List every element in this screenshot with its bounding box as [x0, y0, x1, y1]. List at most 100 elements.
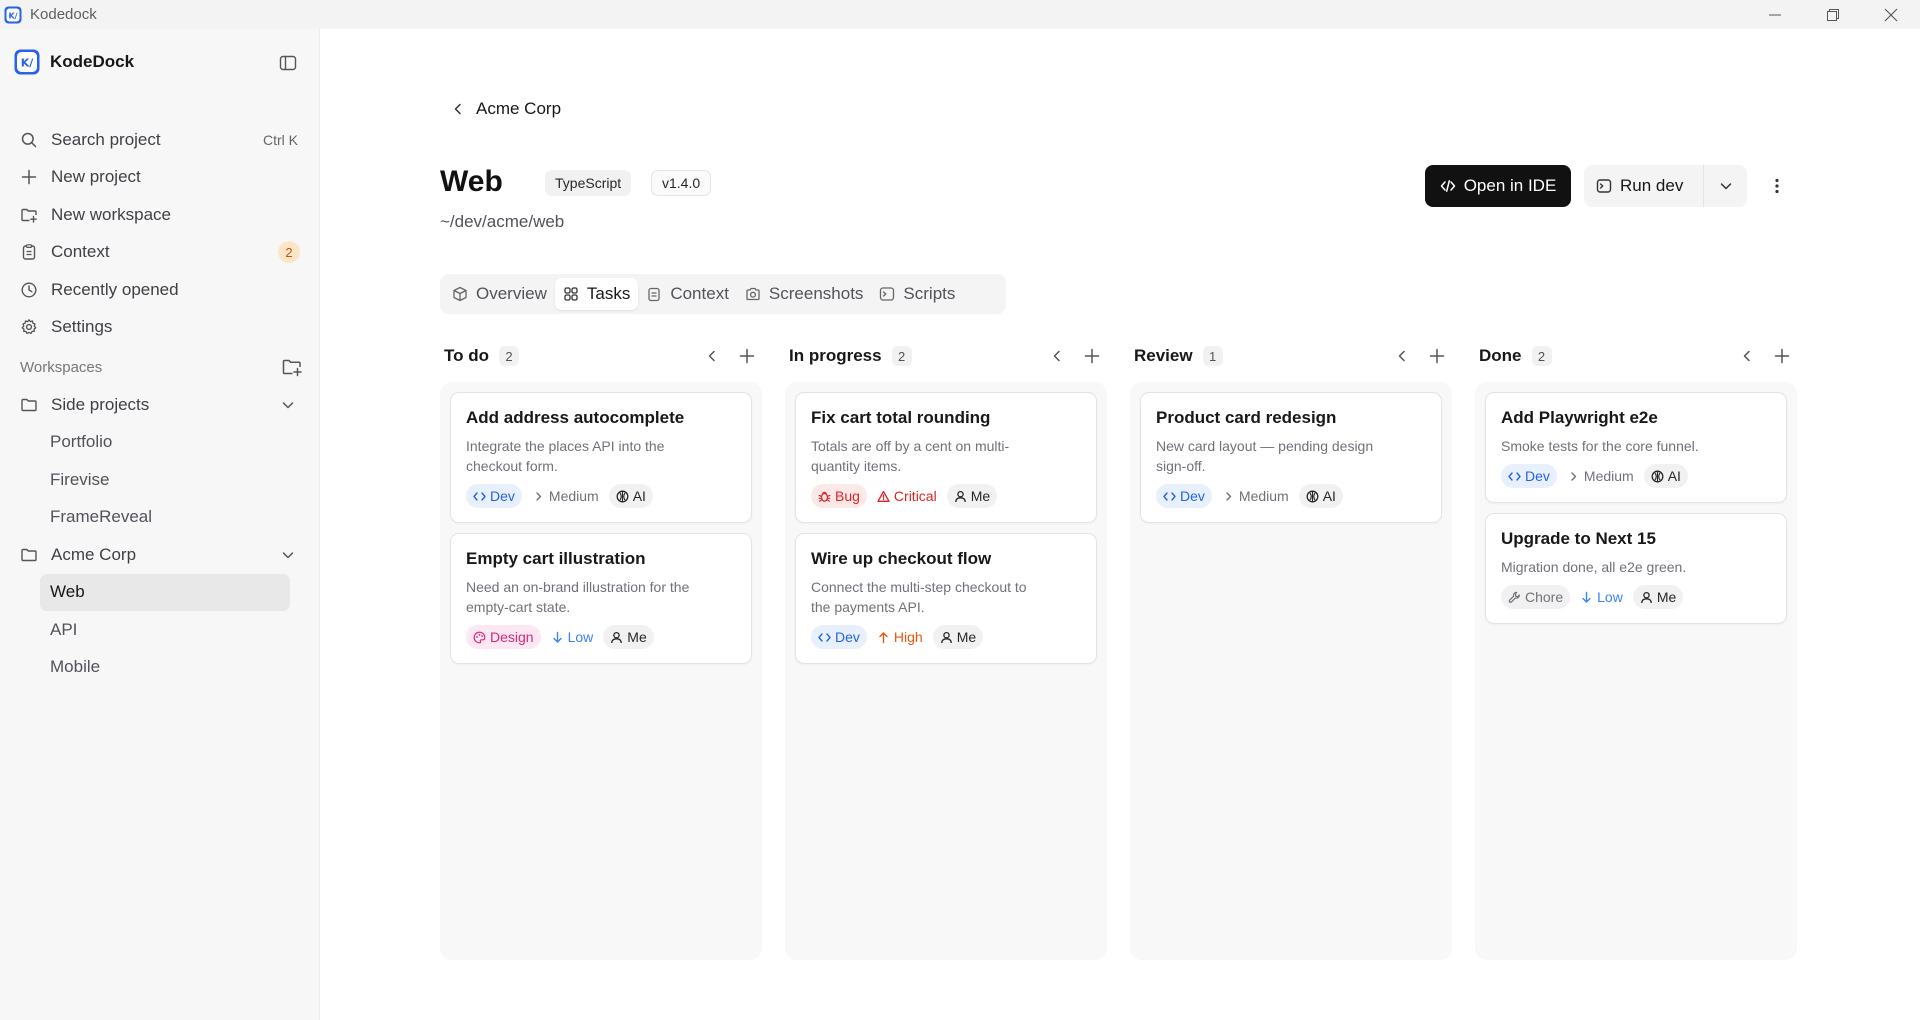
nav-label: Search project — [51, 129, 161, 149]
column-title: In progress — [789, 346, 882, 365]
folder-icon — [20, 546, 38, 564]
back-to-workspace-link[interactable]: Acme Corp — [450, 99, 561, 119]
project-title: Web — [440, 165, 503, 198]
chevron-left-icon[interactable] — [704, 348, 720, 364]
project-item-portfolio[interactable]: Portfolio — [14, 424, 304, 462]
nav-new-project[interactable]: New project — [14, 159, 304, 197]
collapse-sidebar-button[interactable] — [276, 51, 300, 75]
nav-new-workspace[interactable]: New workspace — [14, 196, 304, 234]
assignee-label: Me — [956, 629, 977, 645]
add-task-icon[interactable] — [1083, 347, 1101, 365]
tab-scripts[interactable]: Scripts — [871, 278, 963, 310]
task-meta: Design Low Me — [466, 625, 735, 649]
workspaces-heading: Workspaces — [20, 359, 103, 376]
priority-label: Critical — [875, 488, 939, 504]
ai-icon — [1651, 470, 1664, 483]
nav-recently-opened[interactable]: Recently opened — [14, 271, 304, 309]
workspace-name: Side projects — [51, 394, 150, 414]
chevron-down-icon[interactable] — [280, 397, 296, 413]
type-label: Bug — [835, 488, 860, 504]
shortcut-hint: Ctrl K — [263, 131, 298, 148]
add-task-icon[interactable] — [1773, 347, 1791, 365]
restore-icon — [1827, 8, 1839, 21]
close-window-button[interactable] — [1862, 0, 1920, 29]
warning-icon — [877, 490, 890, 503]
language-tag: TypeScript — [545, 170, 632, 196]
nav-settings[interactable]: Settings — [14, 309, 304, 347]
project-item-framereveal[interactable]: FrameReveal — [14, 499, 304, 537]
code-icon — [1440, 178, 1456, 194]
task-title: Product card redesign — [1156, 408, 1337, 427]
tab-context[interactable]: Context — [638, 278, 737, 310]
brand[interactable]: K/ KodeDock — [14, 49, 134, 75]
more-options-button[interactable] — [1765, 173, 1789, 199]
project-item-web[interactable]: Web — [40, 573, 290, 611]
tab-label: Tasks — [586, 284, 631, 303]
user-icon — [610, 631, 623, 644]
type-label: Chore — [1525, 589, 1564, 605]
task-card[interactable]: Empty cart illustration Need an on-brand… — [450, 533, 752, 664]
nav-context[interactable]: Context 2 — [14, 234, 304, 272]
clock-icon — [20, 281, 38, 299]
workspace-side-projects[interactable]: Side projects — [14, 386, 304, 424]
column-header: To do 2 — [440, 336, 762, 376]
chevron-left-icon[interactable] — [1739, 348, 1755, 364]
task-meta: Dev High Me — [811, 625, 1080, 649]
tab-overview[interactable]: Overview — [444, 278, 555, 310]
brand-name: KodeDock — [50, 52, 135, 71]
priority-label: Medium — [530, 488, 601, 504]
add-task-icon[interactable] — [738, 347, 756, 365]
tab-tasks[interactable]: Tasks — [554, 278, 639, 310]
open-in-ide-button[interactable]: Open in IDE — [1425, 165, 1571, 207]
board-column-done: Done 2 Add Playwright e2e Smoke tests fo… — [1475, 336, 1797, 960]
assignee-label: AI — [632, 488, 646, 504]
task-description: Connect the multi-step checkout to the p… — [811, 579, 1027, 615]
folder-plus-icon — [20, 206, 38, 224]
chevron-left-icon[interactable] — [1049, 348, 1065, 364]
nav-search-project[interactable]: Search project Ctrl K — [14, 121, 304, 159]
task-card[interactable]: Upgrade to Next 15 Migration done, all e… — [1485, 513, 1787, 624]
assignee-label: Me — [970, 488, 991, 504]
minimize-button[interactable] — [1746, 0, 1804, 29]
workspace-acme-corp[interactable]: Acme Corp — [14, 536, 304, 574]
user-icon — [940, 631, 953, 644]
task-description: Migration done, all e2e green. — [1501, 559, 1687, 575]
task-card[interactable]: Add address autocomplete Integrate the p… — [450, 392, 752, 523]
task-card[interactable]: Fix cart total rounding Totals are off b… — [795, 392, 1097, 523]
task-card[interactable]: Add Playwright e2e Smoke tests for the c… — [1485, 392, 1787, 503]
type-label: Dev — [1180, 488, 1205, 504]
arrow-up-icon — [877, 631, 890, 644]
priority-text: Medium — [1583, 468, 1634, 484]
code-icon — [1508, 470, 1521, 483]
task-card[interactable]: Product card redesign New card layout — … — [1140, 392, 1442, 523]
run-dev-label: Run dev — [1620, 176, 1684, 195]
window-title: Kodedock — [30, 6, 97, 23]
project-item-api[interactable]: API — [14, 611, 304, 649]
run-dev-button[interactable]: Run dev — [1584, 165, 1704, 207]
project-item-firevise[interactable]: Firevise — [14, 461, 304, 499]
chevron-down-icon[interactable] — [280, 547, 296, 563]
task-meta: Dev Medium AI — [1156, 484, 1425, 508]
svg-text:K/: K/ — [8, 11, 17, 20]
chevron-right-icon — [1222, 490, 1235, 503]
task-card[interactable]: Wire up checkout flow Connect the multi-… — [795, 533, 1097, 664]
tab-label: Context — [670, 284, 729, 303]
task-description: Integrate the places API into the checko… — [466, 438, 665, 474]
project-item-mobile[interactable]: Mobile — [14, 649, 304, 687]
nav-label: Context — [51, 242, 110, 262]
camera-icon — [745, 286, 761, 302]
task-meta: Dev Medium AI — [466, 484, 735, 508]
task-title: Empty cart illustration — [466, 549, 646, 568]
task-title: Upgrade to Next 15 — [1501, 529, 1656, 548]
add-task-icon[interactable] — [1428, 347, 1446, 365]
tab-screenshots[interactable]: Screenshots — [737, 278, 872, 310]
tab-label: Overview — [476, 284, 547, 303]
nav-label: Settings — [51, 317, 113, 337]
open-in-ide-label: Open in IDE — [1463, 176, 1557, 195]
restore-button[interactable] — [1804, 0, 1862, 29]
run-options-dropdown[interactable] — [1704, 165, 1747, 207]
search-icon — [20, 131, 38, 149]
add-workspace-icon[interactable] — [281, 356, 303, 378]
ai-icon — [616, 490, 629, 503]
chevron-left-icon[interactable] — [1394, 348, 1410, 364]
